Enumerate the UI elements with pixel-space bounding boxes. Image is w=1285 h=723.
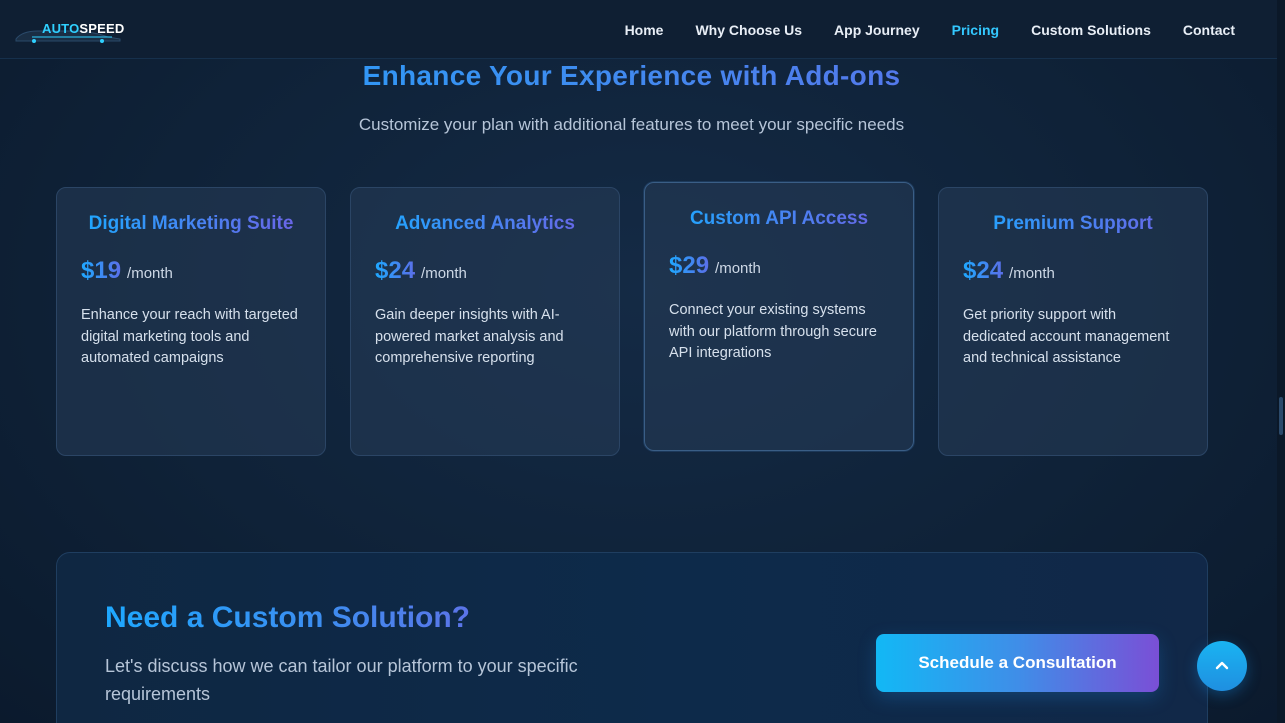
addons-subtitle: Customize your plan with additional feat… [358, 115, 905, 134]
addon-price: $24 [963, 257, 1004, 284]
addon-period: /month [715, 260, 761, 277]
nav-link-custom-solutions[interactable]: Custom Solutions [1031, 22, 1151, 38]
nav-link-home[interactable]: Home [625, 22, 664, 38]
addon-description: Enhance your reach with targeted digital… [81, 307, 298, 366]
addon-description: Gain deeper insights with AI-powered mar… [375, 307, 564, 366]
addon-card-title: Advanced Analytics [375, 212, 595, 235]
autospeed-logo[interactable]: AUTOSPEED [12, 17, 124, 43]
addon-period: /month [421, 265, 467, 282]
addon-period: /month [1009, 265, 1055, 282]
nav-links: Home Why Choose Us App Journey Pricing C… [625, 0, 1235, 59]
addon-description: Connect your existing systems with our p… [669, 302, 877, 361]
cta-title: Need a Custom Solution? [105, 601, 471, 634]
schedule-consultation-button[interactable]: Schedule a Consultation [876, 634, 1159, 692]
addon-description: Get priority support with dedicated acco… [963, 307, 1170, 366]
custom-solution-cta: Need a Custom Solution? Let's discuss ho… [56, 552, 1208, 723]
price-row: $19 /month [81, 257, 301, 285]
addon-card-title: Custom API Access [669, 207, 889, 230]
nav-link-why-choose-us[interactable]: Why Choose Us [695, 22, 802, 38]
addon-card-custom-api: Custom API Access $29 /month Connect you… [644, 182, 914, 451]
addon-price: $19 [81, 257, 122, 284]
logo-text-auto: AUTO [42, 21, 80, 36]
cta-subtitle: Let's discuss how we can tailor our plat… [105, 656, 578, 704]
nav-link-app-journey[interactable]: App Journey [834, 22, 920, 38]
logo-text-speed: SPEED [79, 21, 125, 36]
addon-card-premium-support: Premium Support $24 /month Get priority … [938, 187, 1208, 456]
scrollbar-track[interactable] [1277, 0, 1285, 723]
nav-link-pricing[interactable]: Pricing [952, 22, 999, 38]
chevron-up-icon [1215, 661, 1229, 670]
addon-period: /month [127, 265, 173, 282]
price-row: $24 /month [375, 257, 595, 285]
price-row: $24 /month [963, 257, 1183, 285]
addon-card-title: Digital Marketing Suite [81, 212, 301, 235]
addon-price: $24 [375, 257, 416, 284]
addon-card-advanced-analytics: Advanced Analytics $24 /month Gain deepe… [350, 187, 620, 456]
navbar: AUTOSPEED Home Why Choose Us App Journey… [0, 0, 1277, 59]
logo-text: AUTOSPEED [42, 21, 124, 36]
addon-card-title: Premium Support [963, 212, 1183, 235]
addons-title: Enhance Your Experience with Add-ons [0, 60, 1263, 92]
scroll-to-top-button[interactable] [1197, 641, 1247, 691]
nav-link-contact[interactable]: Contact [1183, 22, 1235, 38]
addon-card-digital-marketing: Digital Marketing Suite $19 /month Enhan… [56, 187, 326, 456]
addon-price: $29 [669, 252, 710, 279]
price-row: $29 /month [669, 252, 889, 280]
scrollbar-thumb[interactable] [1279, 397, 1283, 435]
